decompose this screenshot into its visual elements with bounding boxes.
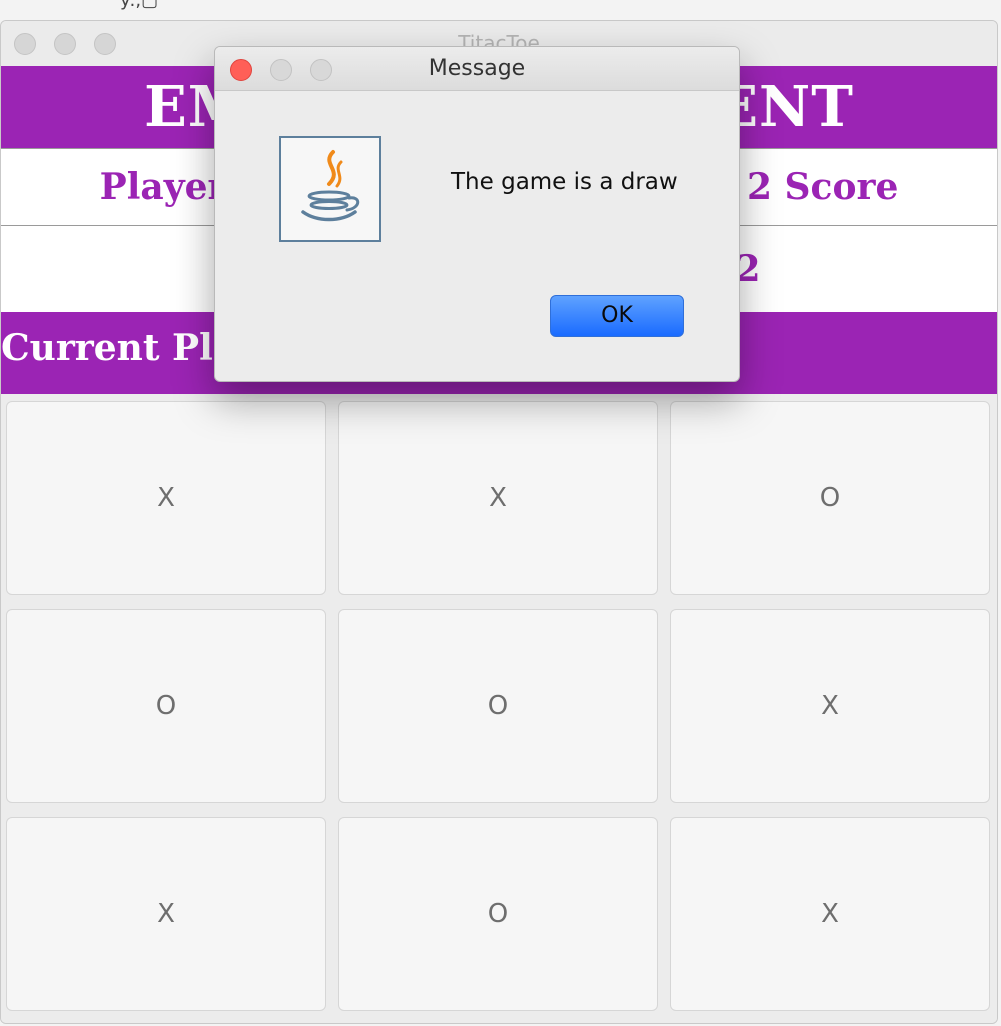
board-cell-1-3[interactable]: O [670, 401, 990, 595]
board-cell-2-3[interactable]: X [670, 609, 990, 803]
board-cell-1-1[interactable]: X [6, 401, 326, 595]
java-icon-graphic [301, 150, 360, 222]
dialog-message: The game is a draw [451, 169, 678, 195]
board-cell-1-2[interactable]: X [338, 401, 658, 595]
ok-button[interactable]: OK [550, 295, 684, 337]
board-cell-2-2[interactable]: O [338, 609, 658, 803]
top-strip: y:,▢ [0, 0, 1001, 20]
board-cell-2-1[interactable]: O [6, 609, 326, 803]
game-board: X X O O O X X O X [1, 394, 997, 1023]
dialog-title: Message [428, 56, 526, 81]
java-icon [279, 136, 381, 242]
dialog-titlebar: Message [215, 47, 739, 91]
board-cell-3-3[interactable]: X [670, 817, 990, 1011]
board-cell-3-2[interactable]: O [338, 817, 658, 1011]
partial-text: y:,▢ [120, 0, 159, 11]
message-dialog: Message The game is a draw OK [214, 46, 740, 382]
board-cell-3-1[interactable]: X [6, 817, 326, 1011]
